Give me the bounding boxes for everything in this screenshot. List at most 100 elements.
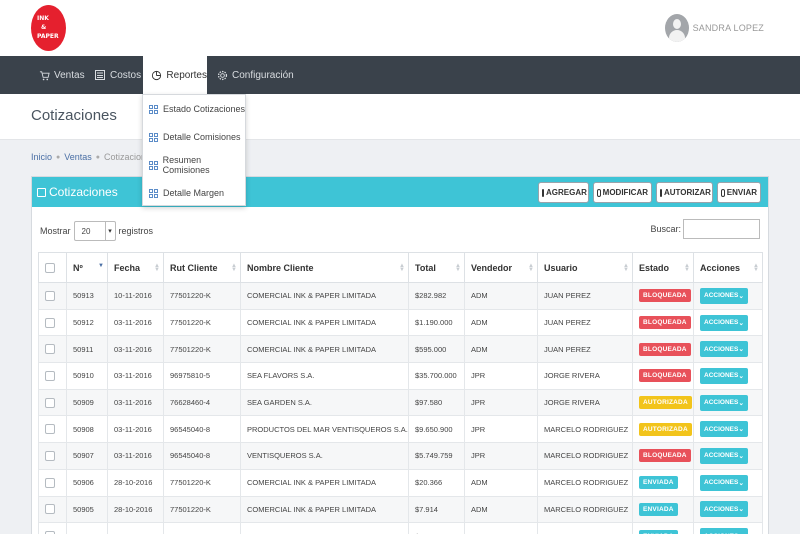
menu-item-detalle-margen[interactable]: Detalle Margen	[143, 179, 247, 207]
row-checkbox[interactable]	[45, 317, 55, 328]
acciones-button[interactable]: ACCIONES⌄	[700, 447, 748, 464]
cell-total: $595.000	[408, 335, 465, 364]
calculator-icon	[94, 69, 106, 81]
acciones-button[interactable]: ACCIONES⌄	[700, 501, 748, 518]
status-badge: ENVIADA	[639, 529, 678, 534]
search-control: Buscar:	[650, 219, 760, 239]
row-select-cell	[38, 495, 67, 524]
menu-item-estado-cotizaciones[interactable]: Estado Cotizaciones	[143, 95, 247, 123]
cell-fecha: 10-11-2016	[107, 282, 164, 310]
cell-numero: 50912	[66, 308, 108, 337]
header-nombre-cliente[interactable]: Nombre Cliente ▲ ▼	[240, 252, 409, 283]
acciones-button[interactable]: ACCIONES⌄	[700, 367, 748, 384]
cell-acciones: ACCIONES⌄	[693, 282, 763, 310]
gear-icon	[216, 69, 228, 81]
row-checkbox[interactable]	[45, 477, 55, 488]
page-size-select[interactable]: 20 ▾	[73, 221, 116, 241]
cell-rut-cliente: 96545040-8	[163, 415, 241, 444]
logo-text-line1: INK	[37, 15, 49, 22]
row-checkbox[interactable]	[45, 290, 55, 301]
breadcrumb: Inicio ● Ventas ● Cotizaciones	[31, 152, 156, 162]
table-row[interactable]: 5090428-10-201677501220-KCOMERCIAL INK &…	[38, 522, 763, 534]
menu-item-label: Detalle Margen	[163, 188, 225, 198]
breadcrumb-home[interactable]: Inicio	[31, 152, 52, 162]
header-fecha[interactable]: Fecha ▲ ▼	[107, 252, 164, 283]
cell-fecha: 03-11-2016	[107, 308, 164, 337]
header-usuario[interactable]: Usuario ▲ ▼	[537, 252, 633, 283]
cotizaciones-card: Cotizaciones AGREGAR MODIFICAR AUTORIZAR…	[31, 176, 769, 534]
table-row[interactable]: 50913 10-11-2016 77501220-K COMERCIAL INK &…	[38, 282, 763, 310]
menu-item-resumen-comisiones[interactable]: Resumen Comisiones	[143, 151, 247, 179]
nav-ventas[interactable]: Ventas	[38, 56, 85, 94]
agregar-button[interactable]: AGREGAR	[538, 182, 589, 203]
header-numero[interactable]: Nº ▼	[66, 252, 108, 283]
cell-estado: ENVIADA	[632, 495, 694, 524]
check-square-icon	[660, 188, 662, 197]
table-row[interactable]: 50908 03-11-2016 96545040-8 PRODUCTOS DEL M…	[38, 415, 763, 444]
search-label: Buscar:	[650, 224, 681, 234]
chevron-down-icon: ▾	[104, 222, 115, 240]
cell-nombre-cliente: PRODUCTOS DEL MAR VENTISQUEROS S.A.	[240, 415, 409, 444]
header-estado[interactable]: Estado ▲ ▼	[632, 252, 694, 283]
page-size-value: 20	[81, 227, 91, 236]
search-input[interactable]	[683, 219, 760, 239]
nav-reportes[interactable]: Reportes	[143, 56, 207, 94]
row-select-cell	[38, 388, 67, 417]
row-checkbox[interactable]	[45, 504, 55, 515]
autorizar-button[interactable]: AUTORIZAR	[656, 182, 713, 203]
acciones-button[interactable]: ACCIONES⌄	[700, 528, 748, 534]
cell-total: $5.749.759	[408, 442, 465, 470]
header-acciones[interactable]: Acciones ▲ ▼	[693, 252, 763, 283]
cell-rut-cliente: 77501220-K	[163, 522, 241, 534]
cell-nombre-cliente: COMERCIAL INK & PAPER LIMITADA	[240, 282, 409, 310]
cell-numero: 50907	[66, 442, 108, 470]
nav-costos-label: Costos	[110, 69, 142, 81]
cell-acciones: ACCIONES⌄	[693, 522, 763, 534]
title-band: Cotizaciones	[0, 94, 800, 140]
breadcrumb-ventas[interactable]: Ventas	[64, 152, 92, 162]
cell-vendedor: ADM	[464, 282, 538, 310]
brand-logo[interactable]: INK & PAPER	[31, 5, 66, 51]
nav-costos[interactable]: Costos	[94, 56, 141, 94]
row-checkbox[interactable]	[45, 344, 55, 355]
cell-acciones: ACCIONES⌄	[693, 308, 763, 337]
header-total[interactable]: Total ▲ ▼	[408, 252, 465, 283]
acciones-button[interactable]: ACCIONES⌄	[700, 287, 748, 304]
acciones-label: ACCIONES	[704, 425, 739, 433]
cell-total: $9.650.900	[408, 415, 465, 444]
cell-usuario: JUAN PEREZ	[537, 282, 633, 310]
chevron-down-icon: ⌄	[738, 452, 744, 460]
enviar-button[interactable]: ENVIAR	[717, 182, 761, 203]
cell-estado: ENVIADA	[632, 522, 694, 534]
table-row[interactable]: 50905 28-10-2016 77501220-K COMERCIAL INK &…	[38, 495, 763, 524]
table-row[interactable]: 50911 03-11-2016 77501220-K COMERCIAL INK &…	[38, 335, 763, 364]
acciones-button[interactable]: ACCIONES⌄	[700, 314, 748, 331]
acciones-button[interactable]: ACCIONES⌄	[700, 394, 748, 411]
acciones-button[interactable]: ACCIONES⌄	[700, 421, 748, 438]
row-checkbox[interactable]	[45, 450, 55, 461]
table-row[interactable]: 50907 03-11-2016 96545040-8 VENTISQUEROS S.…	[38, 442, 763, 470]
user-menu[interactable]: SANDRA LOPEZ	[664, 14, 764, 42]
modificar-label: MODIFICAR	[602, 188, 648, 197]
edit-icon	[597, 188, 601, 197]
table-row[interactable]: 50906 28-10-2016 77501220-K COMERCIAL INK &…	[38, 468, 763, 497]
cell-rut-cliente: 77501220-K	[163, 468, 241, 497]
header-select-all[interactable]	[38, 252, 67, 283]
row-checkbox[interactable]	[45, 397, 55, 408]
select-all-checkbox[interactable]	[45, 262, 55, 273]
table-row[interactable]: 50909 03-11-2016 76628460-4 SEA GARDEN S.A.…	[38, 388, 763, 417]
table-row[interactable]: 50912 03-11-2016 77501220-K COMERCIAL INK &…	[38, 308, 763, 337]
cell-acciones: ACCIONES⌄	[693, 335, 763, 364]
menu-item-detalle-comisiones[interactable]: Detalle Comisiones	[143, 123, 247, 151]
cell-numero: 50913	[66, 282, 108, 310]
row-checkbox[interactable]	[45, 424, 55, 435]
modificar-button[interactable]: MODIFICAR	[593, 182, 652, 203]
row-checkbox[interactable]	[45, 370, 55, 381]
menu-item-label: Detalle Comisiones	[163, 132, 241, 142]
table-row[interactable]: 50910 03-11-2016 96975810-5 SEA FLAVORS S.A…	[38, 362, 763, 390]
acciones-button[interactable]: ACCIONES⌄	[700, 474, 748, 491]
header-vendedor[interactable]: Vendedor ▲ ▼	[464, 252, 538, 283]
acciones-button[interactable]: ACCIONES⌄	[700, 341, 748, 358]
nav-configuracion[interactable]: Configuración	[216, 56, 294, 94]
header-rut-cliente[interactable]: Rut Cliente ▲ ▼	[163, 252, 241, 283]
